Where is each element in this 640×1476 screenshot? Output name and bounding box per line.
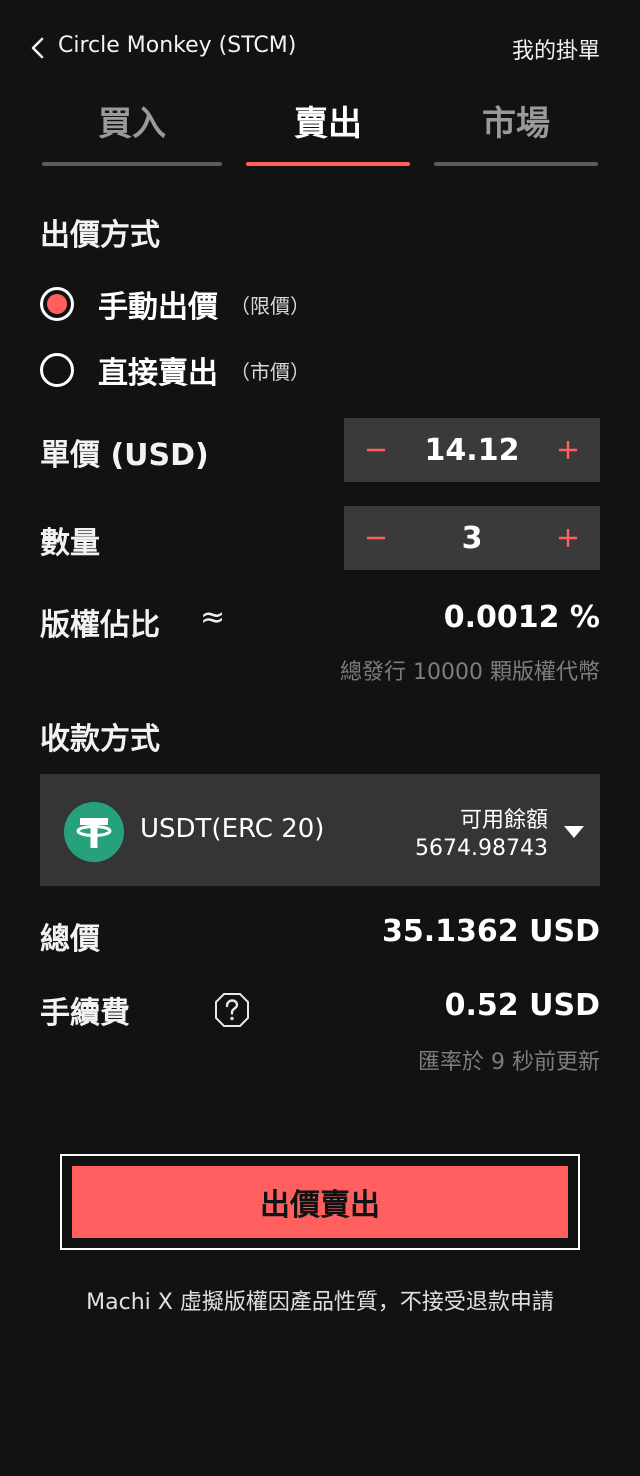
tab-sell[interactable]: 賣出: [246, 100, 410, 166]
option-market-price[interactable]: 直接賣出 （市價）: [40, 350, 310, 391]
quantity-input[interactable]: 3: [408, 506, 536, 570]
tab-market[interactable]: 市場: [434, 100, 598, 166]
my-orders-link[interactable]: 我的掛單: [512, 33, 600, 65]
minus-icon: [367, 448, 385, 452]
tab-buy[interactable]: 買入: [42, 100, 222, 166]
fee-value: 0.52 USD: [444, 988, 600, 1023]
option-limit-price[interactable]: 手動出價 （限價）: [40, 284, 310, 325]
payment-method-title: 收款方式: [40, 722, 160, 757]
option-limit-price-label: 手動出價: [98, 290, 218, 325]
unit-price-label: 單價 (USD): [40, 438, 209, 473]
tab-market-underline: [434, 162, 598, 166]
payment-method-select[interactable]: USDT(ERC 20) 可用餘額 5674.98743: [40, 774, 600, 886]
tether-icon: [64, 802, 124, 862]
quantity-decrease-button[interactable]: [344, 506, 408, 570]
submit-button-frame: 出價賣出: [60, 1154, 580, 1250]
tab-buy-underline: [42, 162, 222, 166]
fee-label: 手續費: [40, 996, 130, 1031]
rate-update-note: 匯率於 9 秒前更新: [418, 1050, 600, 1075]
option-market-price-label: 直接賣出: [98, 356, 218, 391]
unit-price-increase-button[interactable]: [536, 418, 600, 482]
quantity-increase-button[interactable]: [536, 506, 600, 570]
tab-buy-label: 買入: [98, 104, 166, 144]
available-balance-label: 可用餘額: [459, 808, 548, 833]
page-title: Circle Monkey (STCM): [58, 33, 297, 58]
caret-down-icon: [564, 826, 584, 838]
total-label: 總價: [40, 922, 100, 957]
total-value: 35.1362 USD: [382, 914, 600, 949]
unit-price-stepper: 14.12: [344, 418, 600, 482]
quantity-label: 數量: [40, 526, 100, 561]
approx-symbol: ≈: [200, 600, 226, 635]
unit-price-input[interactable]: 14.12: [408, 418, 536, 482]
help-icon[interactable]: [214, 992, 250, 1028]
unit-price-decrease-button[interactable]: [344, 418, 408, 482]
back-arrow-icon[interactable]: [28, 36, 48, 60]
submit-sell-button[interactable]: 出價賣出: [72, 1166, 568, 1238]
plus-icon: [559, 529, 577, 547]
radio-limit-price[interactable]: [40, 287, 74, 321]
minus-icon: [367, 536, 385, 540]
radio-selected-dot: [47, 294, 67, 314]
pricing-method-title: 出價方式: [40, 218, 160, 253]
plus-icon: [559, 441, 577, 459]
quantity-stepper: 3: [344, 506, 600, 570]
share-value: 0.0012 %: [443, 600, 600, 635]
payment-coin-name: USDT(ERC 20): [140, 814, 325, 844]
tab-sell-underline: [246, 162, 410, 166]
option-limit-price-note: （限價）: [230, 293, 310, 318]
tab-market-label: 市場: [482, 104, 550, 144]
radio-market-price[interactable]: [40, 353, 74, 387]
tab-sell-label: 賣出: [294, 104, 362, 144]
available-balance-value: 5674.98743: [415, 836, 548, 861]
total-supply-note: 總發行 10000 顆版權代幣: [340, 660, 600, 685]
refund-disclaimer: Machi X 虛擬版權因產品性質，不接受退款申請: [86, 1290, 554, 1315]
share-label: 版權佔比: [40, 608, 160, 643]
option-market-price-note: （市價）: [230, 359, 310, 384]
